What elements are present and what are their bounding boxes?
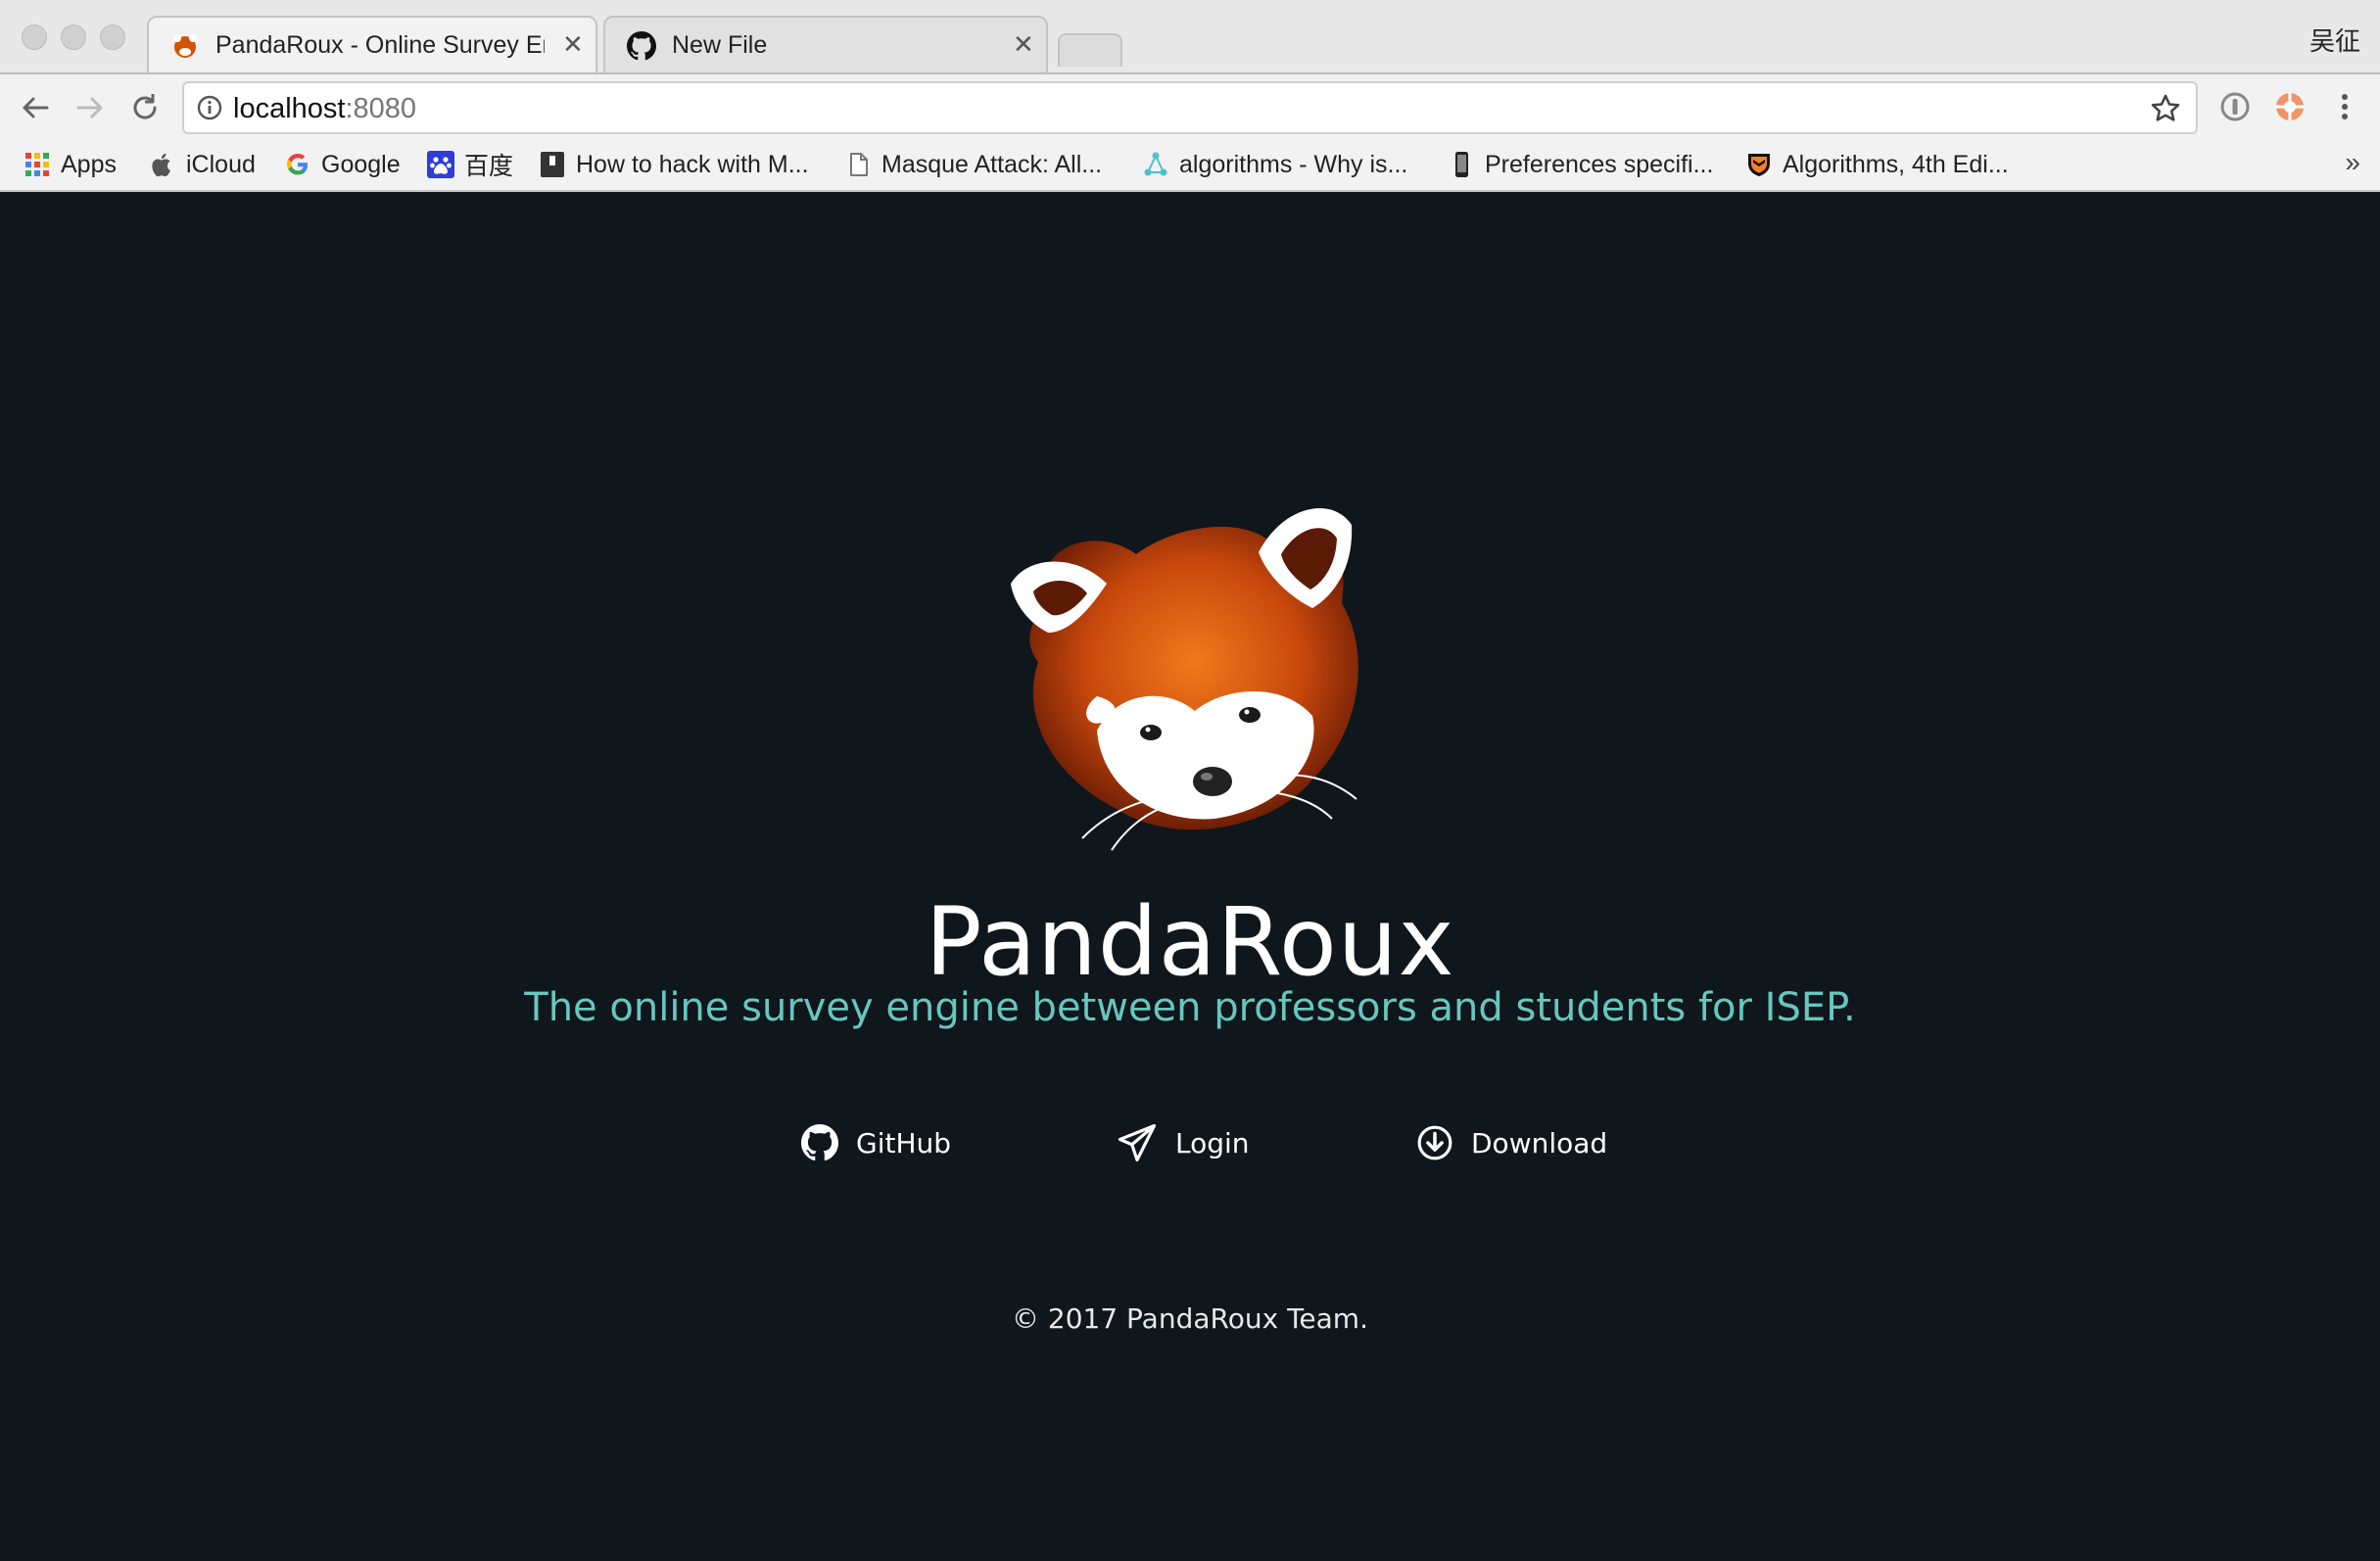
bookmark-label: iCloud [186,150,256,178]
tab-strip: PandaRoux - Online Survey Engine ✕ New F… [0,0,2380,74]
browser-chrome: PandaRoux - Online Survey Engine ✕ New F… [0,0,2380,192]
page-subtitle: The online survey engine between profess… [524,985,1856,1030]
github-link[interactable]: GitHub [801,1118,951,1167]
tab-close-icon[interactable]: ✕ [562,29,584,60]
bookmark-algorithms-why[interactable]: algorithms - Why is... [1142,147,1407,182]
orange-extension-icon[interactable] [2270,87,2309,126]
bookmark-star-icon[interactable] [2149,92,2182,125]
apple-icon [152,153,170,177]
princeton-shield-icon [1748,154,1770,176]
window-close-control[interactable] [22,24,47,50]
bookmark-label: algorithms - Why is... [1179,150,1408,178]
forward-arrow-icon[interactable] [71,88,110,127]
bookmark-how-to-hack[interactable]: How to hack with M... [539,147,809,182]
bookmark-algorithms-4th[interactable]: Algorithms, 4th Edi... [1745,147,2009,182]
network-icon [1144,152,1167,176]
apps-grid-icon [25,153,49,176]
bookmark-icloud[interactable]: iCloud [149,147,256,182]
tab-title: New File [672,31,768,59]
baidu-icon [427,151,454,178]
phone-icon [1455,152,1468,177]
new-tab-button[interactable] [1058,33,1122,67]
navigation-bar: localhost:8080 [0,74,2380,141]
download-link[interactable]: Download [1416,1118,1607,1167]
profile-name[interactable]: 吴征 [2309,22,2360,58]
page-dark-icon [541,152,564,177]
tab-close-icon[interactable]: ✕ [1013,29,1034,60]
bookmark-label: Apps [61,150,117,178]
login-link-label: Login [1175,1126,1250,1159]
bookmark-baidu[interactable]: 百度 [427,147,513,182]
paper-plane-icon [1118,1123,1157,1162]
password-manager-extension-icon[interactable] [2215,87,2255,126]
login-link[interactable]: Login [1117,1118,1250,1167]
page-title: PandaRoux [925,887,1455,997]
bookmark-label: 百度 [464,153,514,180]
reload-icon[interactable] [125,88,165,127]
bookmarks-overflow-chevron[interactable]: » [2345,147,2360,178]
menu-kebab-icon[interactable] [2325,87,2364,126]
bookmark-label: Masque Attack: All... [881,150,1103,178]
bookmark-preferences[interactable]: Preferences specifi... [1448,147,1713,182]
download-link-label: Download [1471,1126,1608,1159]
address-text: localhost:8080 [233,93,416,125]
github-icon [801,1124,838,1161]
bookmarks-bar: Apps iCloud Google 百度 How to hack with M… [0,141,2380,188]
tab-title: PandaRoux - Online Survey Engine [215,31,545,59]
document-icon [850,153,868,176]
bookmark-apps[interactable]: Apps [24,147,117,182]
bookmark-label: Algorithms, 4th Edi... [1783,150,2009,178]
bookmark-label: Preferences specifi... [1485,150,1714,178]
address-port: :8080 [345,93,417,124]
download-circle-icon [1417,1125,1452,1160]
info-circle-icon[interactable] [196,94,223,121]
bookmark-masque-attack[interactable]: Masque Attack: All... [844,147,1102,182]
red-panda-logo [1011,508,1358,851]
window-zoom-control[interactable] [100,24,125,50]
red-panda-favicon-icon [173,34,197,58]
back-arrow-icon[interactable] [16,88,55,127]
tab-pandaroux[interactable]: PandaRoux - Online Survey Engine ✕ [147,16,597,72]
page-content: PandaRoux The online survey engine betwe… [0,192,2380,1561]
bookmark-google[interactable]: Google [284,147,401,182]
tab-new-file[interactable]: New File ✕ [603,16,1048,72]
google-icon [287,154,308,175]
github-link-label: GitHub [856,1126,952,1159]
address-host: localhost [233,93,346,124]
address-bar[interactable]: localhost:8080 [182,81,2198,134]
bookmark-label: Google [321,150,401,178]
github-favicon-icon [627,31,656,61]
footer-copyright: © 2017 PandaRoux Team. [1012,1302,1368,1335]
bookmark-label: How to hack with M... [576,150,809,178]
window-minimize-control[interactable] [61,24,86,50]
